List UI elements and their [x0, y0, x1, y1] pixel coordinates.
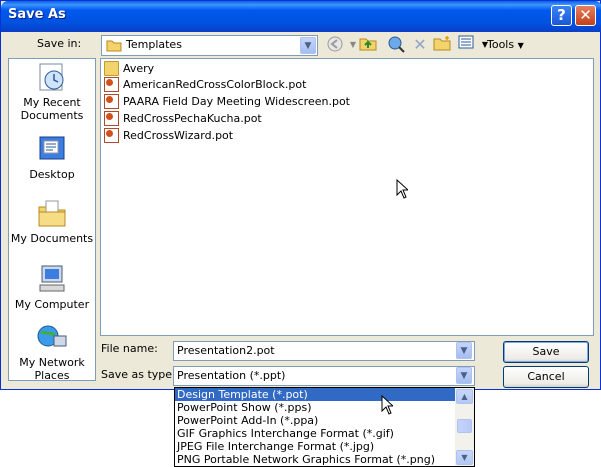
desktop-icon [36, 134, 68, 164]
type-option[interactable]: Design Template (*.pot) [175, 388, 455, 401]
save-in-value: Templates [126, 38, 182, 51]
place-my-documents[interactable]: My Documents [9, 198, 95, 245]
tools-menu[interactable]: Tools ▼ [487, 38, 524, 51]
scroll-up-icon[interactable]: ▲ [456, 389, 473, 404]
place-label: My Documents [10, 232, 94, 245]
network-places-icon [36, 322, 68, 352]
new-folder-icon[interactable] [432, 35, 452, 55]
list-item[interactable]: AmericanRedCrossColorBlock.pot [104, 77, 306, 93]
scroll-down-icon[interactable]: ▼ [456, 450, 473, 465]
chevron-down-icon[interactable]: ▼ [456, 367, 472, 384]
chevron-down-icon: ▼ [517, 41, 524, 50]
chevron-down-icon[interactable]: ▼ [456, 342, 472, 359]
place-my-computer[interactable]: My Computer [9, 264, 95, 311]
scrollbar-thumb[interactable] [457, 419, 472, 433]
chevron-down-icon[interactable]: ▼ [300, 37, 316, 54]
list-item[interactable]: RedCrossPechaKucha.pot [104, 111, 262, 127]
my-computer-icon [36, 264, 68, 294]
views-icon[interactable] [456, 35, 476, 55]
place-label: My Network Places [19, 356, 85, 382]
my-documents-icon [36, 198, 68, 228]
save-button[interactable]: Save [503, 341, 589, 363]
powerpoint-template-icon [104, 111, 119, 126]
save-in-label: Save in: [37, 37, 82, 50]
list-item[interactable]: PAARA Field Day Meeting Widescreen.pot [104, 94, 350, 110]
folder-icon [104, 61, 119, 76]
place-my-recent-documents[interactable]: My Recent Documents [9, 62, 95, 122]
file-name-value: Presentation2.pot [177, 344, 275, 357]
title-bar[interactable] [1, 1, 601, 32]
mouse-pointer-icon [381, 394, 395, 418]
delete-icon[interactable]: ✕ [410, 35, 430, 55]
place-my-network-places[interactable]: My Network Places [9, 322, 95, 382]
list-item[interactable]: RedCrossWizard.pot [104, 128, 233, 144]
back-icon[interactable] [325, 35, 345, 55]
type-option[interactable]: PNG Portable Network Graphics Format (*.… [175, 453, 455, 466]
cancel-button[interactable]: Cancel [503, 366, 589, 388]
place-label: Desktop [29, 168, 75, 181]
type-option[interactable]: PowerPoint Add-In (*.ppa) [175, 414, 455, 427]
up-folder-icon[interactable] [358, 35, 378, 55]
powerpoint-template-icon [104, 94, 119, 109]
mouse-pointer-icon [396, 178, 410, 202]
file-name: AmericanRedCrossColorBlock.pot [123, 78, 307, 91]
save-as-type-value: Presentation (*.ppt) [177, 369, 286, 382]
dialog-title: Save As [8, 7, 66, 22]
tools-label: Tools [487, 38, 515, 51]
powerpoint-template-icon [104, 77, 119, 92]
file-name: PAARA Field Day Meeting Widescreen.pot [123, 95, 350, 108]
powerpoint-template-icon [104, 128, 119, 143]
file-name: RedCrossWizard.pot [123, 129, 234, 142]
file-name-label: File name: [101, 342, 158, 355]
place-label: My Computer [14, 298, 90, 311]
file-name: RedCrossPechaKucha.pot [123, 112, 262, 125]
list-item[interactable]: Avery [104, 61, 154, 77]
type-option[interactable]: GIF Graphics Interchange Format (*.gif) [175, 427, 455, 440]
place-label: My Recent Documents [20, 96, 84, 122]
save-as-type-label: Save as type: [101, 368, 176, 381]
search-web-icon[interactable] [386, 35, 406, 55]
type-option[interactable]: PowerPoint Show (*.pps) [175, 401, 455, 414]
type-option[interactable]: JPEG File Interchange Format (*.jpg) [175, 440, 455, 453]
place-desktop[interactable]: Desktop [9, 134, 95, 181]
folder-icon [106, 38, 122, 55]
close-button[interactable]: ✕ [575, 5, 596, 26]
recent-documents-icon [36, 62, 68, 92]
file-name: Avery [123, 62, 155, 75]
help-button[interactable]: ? [551, 5, 572, 26]
